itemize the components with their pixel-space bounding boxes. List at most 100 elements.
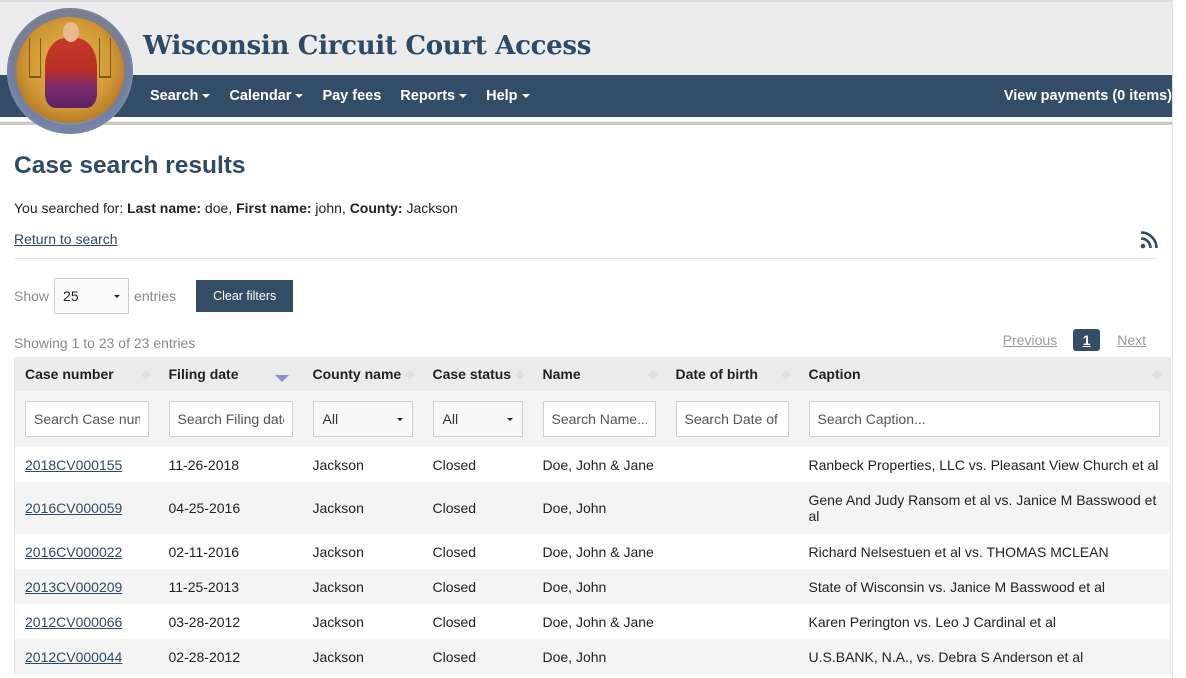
county-cell: Jackson (312, 500, 364, 516)
site-header: Wisconsin Circuit Court Access Search Ca… (0, 0, 1186, 134)
column-header-name[interactable]: Name (532, 357, 666, 391)
status-cell: Closed (432, 578, 477, 595)
filter-caption-input[interactable] (808, 401, 1160, 437)
search-summary-prefix: You searched for: (14, 200, 128, 216)
status-cell: Closed (432, 456, 477, 473)
caption-cell: Ranbeck Properties, LLC vs. Pleasant Vie… (808, 456, 1159, 473)
sort-icon (514, 370, 525, 380)
show-label: Show (14, 288, 50, 304)
logo-ring (7, 8, 133, 134)
criteria-value-county: Jackson (402, 200, 458, 216)
nav-pay-fees-label: Pay fees (322, 88, 382, 104)
entries-per-page-select[interactable]: 25 (54, 278, 130, 314)
county-cell: Jackson (312, 613, 364, 630)
table-header-row: Case number Filing date County name Case… (14, 357, 1171, 391)
table-row: 2016CV000059 04-25-2016 Jackson Closed D… (14, 482, 1171, 534)
dob-cell (666, 569, 799, 604)
dob-cell (666, 604, 799, 639)
sort-icon (1152, 370, 1162, 380)
sort-descending-icon (274, 375, 289, 382)
county-cell: Jackson (312, 578, 364, 595)
criteria-value-last-name: doe, (201, 200, 237, 216)
column-header-caption[interactable]: Caption (798, 357, 1171, 391)
pagination-page-current[interactable]: 1 (1073, 329, 1101, 351)
table-row: 2018CV000155 11-26-2018 Jackson Closed D… (14, 447, 1171, 482)
case-number-link[interactable]: 2018CV000155 (25, 457, 122, 473)
dob-cell (666, 482, 799, 534)
caret-down-icon (114, 294, 121, 298)
filter-dob-input[interactable] (675, 401, 789, 437)
header-banner: Wisconsin Circuit Court Access (0, 0, 1186, 75)
case-number-link[interactable]: 2013CV000209 (25, 579, 122, 595)
return-to-search-link[interactable]: Return to search (14, 231, 118, 247)
caret-down-icon (295, 94, 304, 98)
case-number-link[interactable]: 2012CV000044 (25, 649, 122, 665)
status-cell: Closed (432, 500, 477, 516)
case-number-link[interactable]: 2016CV000022 (25, 544, 122, 560)
caption-cell: Karen Perington vs. Leo J Cardinal et al (808, 613, 1056, 630)
name-cell: Doe, John (542, 578, 607, 595)
caption-cell: Richard Nelsestuen et al vs. THOMAS MCLE… (808, 543, 1109, 560)
status-cell: Closed (432, 648, 477, 665)
view-payments-link[interactable]: View payments (0 items) (1004, 75, 1172, 117)
filter-case-number-input[interactable] (25, 401, 149, 437)
status-cell: Closed (432, 543, 477, 560)
dob-cell (666, 534, 799, 569)
nav-reports[interactable]: Reports (400, 88, 468, 104)
nav-reports-label: Reports (400, 88, 456, 104)
nav-calendar-label: Calendar (229, 88, 292, 104)
caret-down-icon (202, 94, 211, 98)
criteria-value-first-name: john, (311, 200, 350, 216)
caret-down-icon (506, 417, 513, 421)
column-header-county-name[interactable]: County name (302, 357, 423, 391)
caret-down-icon (459, 94, 468, 98)
column-header-label: County name (312, 366, 402, 382)
name-cell: Doe, John & Jane (542, 613, 654, 630)
filter-county-value: All (322, 411, 339, 427)
filter-status-select[interactable]: All (432, 401, 523, 437)
filter-name-input[interactable] (542, 401, 656, 437)
case-results-table: Case number Filing date County name Case… (14, 357, 1171, 674)
pagination-previous[interactable]: Previous (1003, 332, 1057, 348)
header-divider (0, 121, 1172, 125)
sort-icon (647, 370, 658, 380)
column-header-label: Case number (25, 366, 114, 382)
filter-filing-date-input[interactable] (168, 401, 293, 437)
nav-help[interactable]: Help (486, 88, 530, 104)
status-cell: Closed (432, 613, 477, 630)
case-number-link[interactable]: 2012CV000066 (25, 614, 122, 630)
table-controls: Show 25 entries Clear filters (14, 278, 1158, 314)
nav-pay-fees[interactable]: Pay fees (322, 88, 381, 104)
caption-cell: State of Wisconsin vs. Janice M Basswood… (808, 578, 1105, 595)
column-header-label: Name (542, 366, 581, 382)
entries-label: entries (134, 288, 177, 304)
site-title[interactable]: Wisconsin Circuit Court Access (143, 31, 591, 61)
filing-date-cell: 11-25-2013 (168, 578, 240, 595)
table-filter-row: All All (14, 391, 1171, 447)
nav-search[interactable]: Search (150, 88, 211, 104)
caption-cell: U.S.BANK, N.A., vs. Debra S Anderson et … (808, 648, 1084, 665)
column-header-case-number[interactable]: Case number (14, 357, 159, 391)
filing-date-cell: 11-26-2018 (168, 456, 240, 473)
column-header-filing-date[interactable]: Filing date (158, 357, 303, 391)
sort-icon (404, 370, 415, 380)
table-row: 2016CV000022 02-11-2016 Jackson Closed D… (14, 534, 1171, 569)
caret-down-icon (396, 417, 403, 421)
page-title: Case search results (14, 152, 246, 179)
filter-status-value: All (442, 411, 459, 427)
dob-cell (666, 447, 799, 482)
clear-filters-button[interactable]: Clear filters (196, 280, 294, 312)
court-seal-logo[interactable] (7, 8, 133, 134)
table-body: 2018CV000155 11-26-2018 Jackson Closed D… (14, 447, 1171, 674)
nav-calendar[interactable]: Calendar (229, 88, 304, 104)
rss-feed-icon[interactable] (1140, 231, 1158, 249)
filter-county-select[interactable]: All (312, 401, 413, 437)
pagination: Previous 1 Next (1003, 329, 1146, 351)
name-cell: Doe, John (542, 648, 607, 665)
case-number-link[interactable]: 2016CV000059 (25, 500, 122, 516)
column-header-date-of-birth[interactable]: Date of birth (665, 357, 799, 391)
nav-menu: Search Calendar Pay fees Reports Help (150, 75, 549, 117)
pagination-next[interactable]: Next (1117, 332, 1146, 348)
column-header-case-status[interactable]: Case status (422, 357, 533, 391)
column-header-label: Caption (808, 366, 861, 382)
